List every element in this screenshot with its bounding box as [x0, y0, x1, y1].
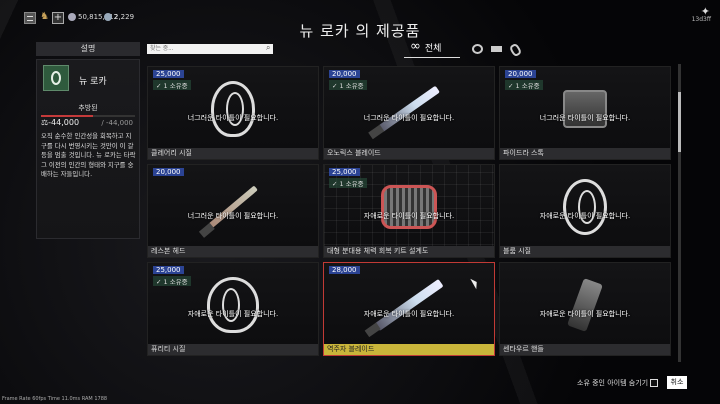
item-tile[interactable]: 20,000 ✓ 1 소유중 너그러운 타이틀이 필요합니다. 오노릭스 블레이…	[323, 66, 495, 160]
search-input[interactable]	[147, 44, 273, 54]
item-price: 25,000	[153, 70, 184, 78]
filter-sigil-icon[interactable]	[472, 44, 483, 54]
item-tile[interactable]: 20,000 너그러운 타이틀이 필요합니다. 레스본 헤드	[147, 164, 319, 258]
health-kit-icon	[381, 185, 437, 230]
fps-overlay: Frame Rate 60fps Time 11.0ms RAM 1788	[2, 396, 108, 402]
item-requirement: 자애로운 타이틀이 필요합니다.	[187, 310, 279, 318]
item-tile[interactable]: 자애로운 타이틀이 필요합니다. 센타우르 핸들	[499, 262, 671, 356]
item-tile[interactable]: 20,000 ✓ 1 소유중 너그러운 타이틀이 필요합니다. 파이드라 스톡	[499, 66, 671, 160]
syndicate-emblem-icon	[43, 65, 69, 91]
item-name: 블룸 시질	[500, 246, 670, 257]
item-tile[interactable]: 자애로운 타이틀이 필요합니다. 블룸 시질	[499, 164, 671, 258]
syndicate-description: 오직 순수한 인간성을 회복하고 지구를 다시 번영시키는 것만이 이 갈등을 …	[41, 132, 136, 178]
search-icon[interactable]: ⌕	[266, 43, 270, 53]
item-name: 클레어리 시질	[148, 148, 318, 159]
item-price: 20,000	[329, 70, 360, 78]
scroll-thumb[interactable]	[678, 92, 681, 152]
item-name: 대형 분대용 체력 회복 키트 설계도	[324, 246, 494, 257]
item-name: 역주자 블레이드	[324, 344, 494, 355]
item-name: 퓨리티 시질	[148, 344, 318, 355]
filter-all[interactable]: ∞ 전체	[410, 40, 441, 54]
syndicate-name: 뉴 로카	[79, 77, 107, 87]
item-requirement: 자애로운 타이틀이 필요합니다.	[363, 310, 455, 318]
sigil-icon	[563, 179, 607, 236]
sigil-icon	[211, 81, 255, 138]
hide-owned-label: 소유 중인 아이템 숨기기	[577, 379, 649, 387]
item-price: 20,000	[505, 70, 536, 78]
hide-owned-toggle[interactable]: 소유 중인 아이템 숨기기	[577, 378, 659, 388]
item-name: 센타우르 핸들	[500, 344, 670, 355]
item-requirement: 너그러운 타이틀이 필요합니다.	[363, 114, 455, 122]
item-owned: ✓ 1 소유중	[153, 80, 191, 90]
item-owned: ✓ 1 소유중	[153, 276, 191, 286]
item-requirement: 너그러운 타이틀이 필요합니다.	[187, 114, 279, 122]
item-requirement: 너그러운 타이틀이 필요합니다.	[187, 212, 279, 220]
handle-icon	[567, 278, 603, 333]
item-name: 오노릭스 블레이드	[324, 148, 494, 159]
filter-all-label: 전체	[424, 43, 442, 54]
item-requirement: 자애로운 타이틀이 필요합니다.	[539, 310, 631, 318]
standing-value: ⚖-44,000	[41, 118, 80, 127]
grid-scrollbar[interactable]	[678, 64, 681, 362]
rank-label: 추방된	[78, 104, 98, 112]
item-price: 25,000	[153, 266, 184, 274]
standing-bar	[41, 115, 135, 117]
item-name: 레스본 헤드	[148, 246, 318, 257]
sigil-icon	[207, 277, 259, 334]
item-owned: ✓ 1 소유중	[329, 80, 367, 90]
page-title: 뉴 로카 의 제공품	[299, 22, 421, 40]
item-requirement: 자애로운 타이틀이 필요합니다.	[539, 212, 631, 220]
item-tile[interactable]: 25,000 ✓ 1 소유중 자애로운 타이틀이 필요합니다. 대형 분대용 체…	[323, 164, 495, 258]
filter-weapon-icon[interactable]	[491, 46, 502, 52]
head-icon	[203, 185, 263, 229]
item-tile[interactable]: 25,000 ✓ 1 소유중 자애로운 타이틀이 필요합니다. 퓨리티 시질	[147, 262, 319, 356]
item-price: 20,000	[153, 168, 184, 176]
item-name: 파이드라 스톡	[500, 148, 670, 159]
item-price: 25,000	[329, 168, 360, 176]
item-grid: 25,000 ✓ 1 소유중 너그러운 타이틀이 필요합니다. 클레어리 시질 …	[147, 66, 672, 364]
infinity-icon: ∞	[410, 39, 421, 54]
item-owned: ✓ 1 소유중	[329, 178, 367, 188]
item-requirement: 너그러운 타이틀이 필요합니다.	[539, 114, 631, 122]
tab-description[interactable]: 설명	[36, 42, 140, 56]
item-tile-selected[interactable]: 28,000 자애로운 타이틀이 필요합니다. 역주자 블레이드	[323, 262, 495, 356]
item-tile[interactable]: 25,000 ✓ 1 소유중 너그러운 타이틀이 필요합니다. 클레어리 시질	[147, 66, 319, 160]
item-requirement: 자애로운 타이틀이 필요합니다.	[363, 212, 455, 220]
item-owned: ✓ 1 소유중	[505, 80, 543, 90]
item-price: 28,000	[329, 266, 360, 274]
hide-owned-checkbox[interactable]	[650, 379, 659, 387]
syndicate-panel: 뉴 로카 추방된 ⚖-44,000 / -44,000 오직 순수한 인간성을 …	[36, 59, 140, 239]
cancel-button[interactable]: 취소	[667, 376, 687, 389]
standing-max: / -44,000	[101, 119, 133, 127]
filter-underline	[404, 57, 460, 58]
